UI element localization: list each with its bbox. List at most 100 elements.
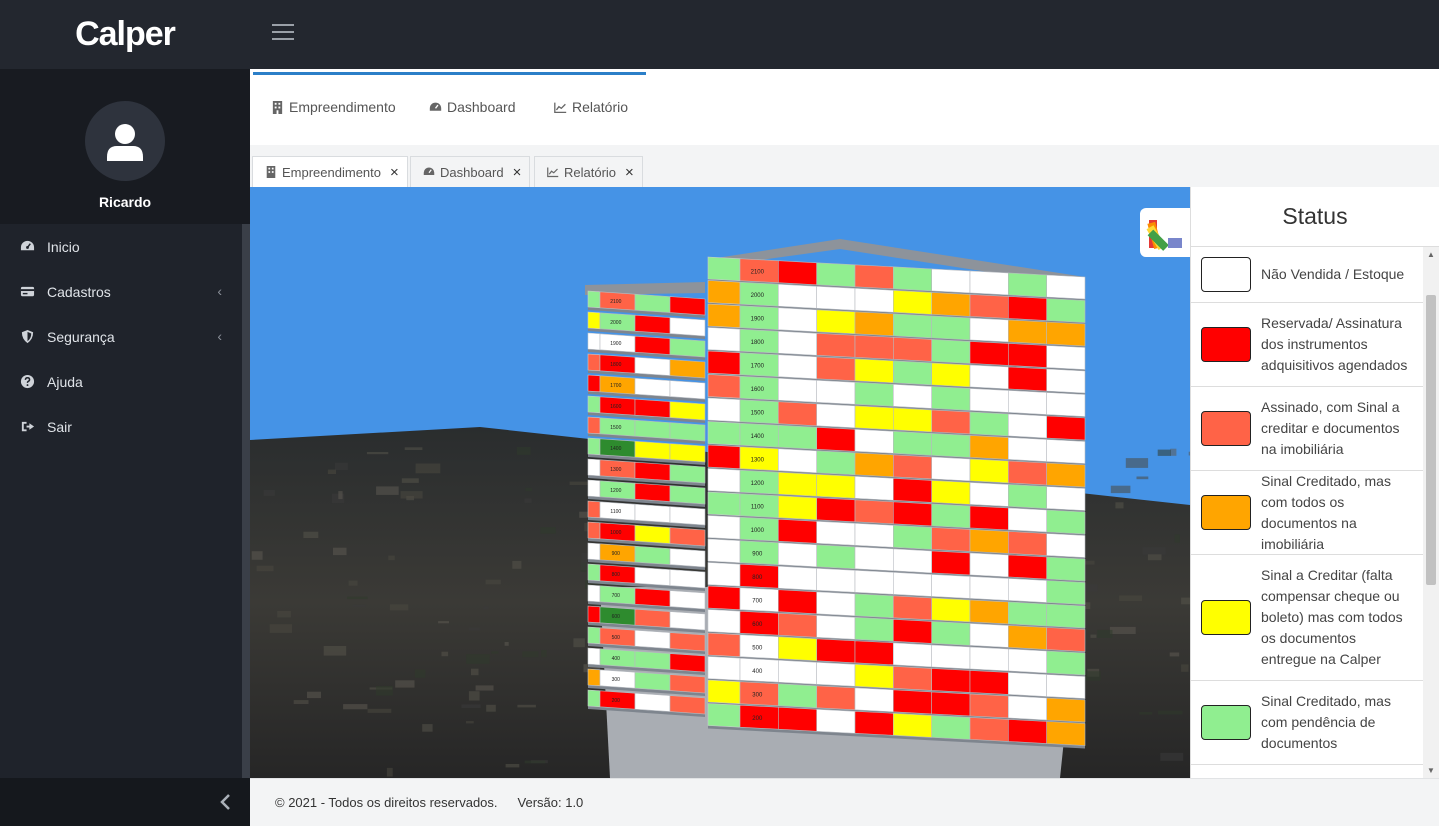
unit-cell[interactable]	[854, 499, 894, 525]
unit-cell[interactable]	[969, 411, 1009, 437]
close-icon[interactable]: ×	[513, 164, 522, 181]
close-icon[interactable]: ×	[625, 164, 634, 181]
unit-cell[interactable]	[777, 636, 818, 662]
unit-cell[interactable]	[854, 710, 894, 736]
unit-cell[interactable]	[931, 480, 971, 505]
unit-cell[interactable]	[969, 294, 1009, 319]
unit-cell[interactable]	[892, 689, 933, 715]
doc-tab-dashboard[interactable]: Dashboard ×	[410, 156, 531, 187]
unit-cell[interactable]	[669, 569, 706, 589]
unit-cell[interactable]	[777, 377, 818, 403]
unit-cell[interactable]	[854, 334, 894, 360]
unit-cell[interactable]	[969, 576, 1009, 601]
unit-cell[interactable]	[1007, 695, 1048, 721]
building-3d-viewer[interactable]: 2100 2000 1900 1800 1700 1600 1500 1400 1300 1200…	[250, 187, 1190, 778]
unit-cell[interactable]	[816, 638, 856, 664]
unit-cell[interactable]	[816, 309, 856, 335]
unit-cell[interactable]	[854, 569, 894, 595]
unit-cell[interactable]	[969, 435, 1009, 460]
unit-cell[interactable]	[777, 542, 818, 568]
unit-cell[interactable]	[669, 674, 706, 694]
unit-cell[interactable]	[669, 443, 706, 463]
tab-dashboard[interactable]: Dashboard	[429, 99, 516, 115]
unit-cell[interactable]	[634, 356, 671, 376]
unit-cell[interactable]	[816, 473, 856, 499]
unit-cell[interactable]	[931, 597, 971, 623]
sidebar-item-seguranca[interactable]: Segurança ‹	[0, 314, 242, 359]
unit-cell[interactable]	[1046, 298, 1086, 323]
unit-cell[interactable]	[854, 358, 894, 384]
unit-cell[interactable]	[816, 591, 856, 617]
unit-cell[interactable]	[1046, 345, 1086, 370]
unit-cell[interactable]	[854, 264, 894, 290]
unit-cell[interactable]	[634, 566, 671, 586]
unit-cell[interactable]	[669, 590, 706, 610]
unit-cell[interactable]	[969, 505, 1009, 531]
unit-cell[interactable]	[892, 501, 933, 527]
unit-cell[interactable]	[777, 401, 818, 427]
unit-cell[interactable]	[854, 616, 894, 642]
unit-cell[interactable]	[854, 546, 894, 572]
unit-cell[interactable]	[669, 611, 706, 631]
unit-cell[interactable]	[892, 266, 933, 292]
unit-cell[interactable]	[854, 428, 894, 454]
doc-tab-relatorio[interactable]: Relatório ×	[534, 156, 643, 187]
unit-cell[interactable]	[1046, 321, 1086, 347]
unit-cell[interactable]	[634, 419, 671, 439]
unit-cell[interactable]	[1046, 556, 1086, 582]
unit-cell[interactable]	[969, 458, 1009, 484]
close-icon[interactable]: ×	[390, 164, 399, 181]
unit-cell[interactable]	[892, 336, 933, 362]
unit-cell[interactable]	[931, 550, 971, 576]
scroll-up-icon[interactable]: ▲	[1427, 250, 1435, 259]
unit-cell[interactable]	[854, 475, 894, 501]
unit-cell[interactable]	[931, 691, 971, 717]
unit-cell[interactable]	[777, 565, 818, 591]
unit-cell[interactable]	[669, 338, 706, 358]
unit-cell[interactable]	[634, 440, 671, 460]
unit-cell[interactable]	[931, 644, 971, 670]
unit-cell[interactable]	[816, 285, 856, 311]
brand-logo[interactable]: Calper	[0, 0, 250, 69]
unit-cell[interactable]	[1046, 462, 1086, 488]
unit-cell[interactable]	[1007, 507, 1048, 533]
unit-cell[interactable]	[931, 433, 971, 458]
unit-cell[interactable]	[669, 317, 706, 337]
unit-cell[interactable]	[634, 503, 671, 523]
status-scrollbar[interactable]: ▲ ▼	[1423, 247, 1439, 778]
unit-cell[interactable]	[634, 377, 671, 397]
unit-cell[interactable]	[777, 307, 818, 333]
tower-b[interactable]: 2100 2000 1900 1800 1700 1600 1500 1400 1300 1200…	[707, 239, 1086, 749]
unit-cell[interactable]	[1007, 672, 1048, 697]
unit-cell[interactable]	[1046, 650, 1086, 676]
building-3d-scene[interactable]: 2100 2000 1900 1800 1700 1600 1500 1400 1300 1200…	[250, 187, 1190, 778]
unit-cell[interactable]	[969, 670, 1009, 695]
unit-cell[interactable]	[931, 527, 971, 552]
unit-cell[interactable]	[634, 482, 671, 502]
unit-cell[interactable]	[1007, 343, 1048, 368]
unit-cell[interactable]	[892, 642, 933, 668]
unit-cell[interactable]	[931, 315, 971, 341]
unit-cell[interactable]	[1046, 603, 1086, 629]
unit-cell[interactable]	[931, 668, 971, 693]
unit-cell[interactable]	[1007, 578, 1048, 603]
tab-relatorio[interactable]: Relatório	[554, 99, 628, 115]
color-palette-button[interactable]	[1140, 208, 1190, 257]
unit-cell[interactable]	[1046, 580, 1086, 605]
unit-cell[interactable]	[892, 454, 933, 480]
unit-cell[interactable]	[1007, 460, 1048, 486]
unit-cell[interactable]	[969, 364, 1009, 390]
unit-cell[interactable]	[969, 341, 1009, 366]
sidebar-scrollbar[interactable]	[242, 224, 250, 779]
unit-cell[interactable]	[854, 687, 894, 713]
unit-cell[interactable]	[669, 695, 706, 715]
unit-cell[interactable]	[777, 424, 818, 450]
unit-cell[interactable]	[969, 693, 1009, 719]
unit-cell[interactable]	[1007, 719, 1048, 744]
unit-cell[interactable]	[1046, 627, 1086, 652]
unit-cell[interactable]	[1046, 368, 1086, 394]
unit-cell[interactable]	[892, 430, 933, 456]
unit-cell[interactable]	[816, 356, 856, 382]
unit-cell[interactable]	[634, 398, 671, 418]
unit-cell[interactable]	[892, 571, 933, 597]
